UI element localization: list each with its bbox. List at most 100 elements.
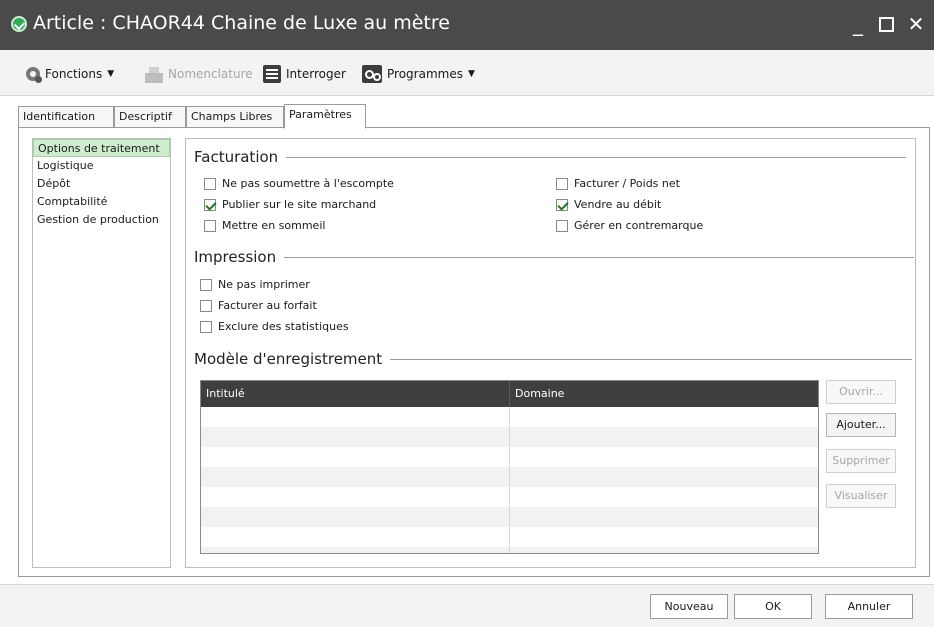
table-cell [201, 447, 510, 467]
tab-panel: Options de traitement Logistique Dépôt C… [18, 127, 930, 577]
table-row[interactable] [201, 427, 818, 447]
supprimer-button[interactable]: Supprimer [826, 449, 896, 473]
sidebar-item-options-traitement[interactable]: Options de traitement [33, 139, 170, 157]
table-cell [510, 547, 818, 553]
ouvrir-button[interactable]: Ouvrir... [826, 380, 896, 404]
checkbox-box-checked [204, 198, 216, 211]
checkbox-gerer-contremarque[interactable]: Gérer en contremarque [556, 219, 703, 232]
checkbox-label: Mettre en sommeil [222, 219, 326, 232]
maximize-icon [878, 17, 894, 32]
table-cell [510, 447, 818, 467]
minimize-button[interactable]: _ [844, 10, 872, 38]
window-title: Article : CHAOR44 Chaine de Luxe au mètr… [33, 12, 450, 34]
nomenclature-button[interactable]: Nomenclature [145, 64, 253, 84]
table-cell [510, 427, 818, 447]
close-button[interactable]: ✕ [902, 10, 930, 38]
table-cell [201, 527, 510, 547]
chevron-down-icon: ▼ [467, 69, 475, 79]
table-row[interactable] [201, 487, 818, 507]
checkbox-box-checked [556, 198, 568, 211]
dialog-footer: Nouveau OK Annuler [0, 584, 934, 627]
checkbox-box [556, 219, 568, 232]
checkbox-label: Ne pas soumettre à l'escompte [222, 177, 394, 190]
table-row[interactable] [201, 467, 818, 487]
table-cell [201, 427, 510, 447]
checkbox-ne-pas-imprimer[interactable]: Ne pas imprimer [200, 278, 310, 291]
toolbar: Fonctions ▼ Nomenclature Interroger Prog… [0, 50, 934, 96]
chevron-down-icon: ▼ [107, 69, 115, 79]
modele-title: Modèle d'enregistrement [194, 350, 383, 368]
table-row[interactable] [201, 447, 818, 467]
table-row[interactable] [201, 507, 818, 527]
checkbox-exclure-statistiques[interactable]: Exclure des statistiques [200, 320, 349, 333]
checkbox-box [204, 219, 216, 232]
facturation-title: Facturation [194, 148, 279, 166]
checkbox-label: Facturer au forfait [218, 299, 317, 312]
table-cell [510, 487, 818, 507]
section-divider [286, 156, 907, 158]
table-header: Intitulé Domaine [201, 381, 818, 407]
tab-descriptif[interactable]: Descriptif [114, 106, 186, 128]
interroger-label: Interroger [286, 67, 346, 81]
checkbox-facturer-forfait[interactable]: Facturer au forfait [200, 299, 317, 312]
section-divider [284, 256, 915, 258]
checkbox-box [200, 278, 212, 291]
tab-identification[interactable]: Identification [18, 106, 114, 128]
checkbox-label: Vendre au débit [574, 198, 662, 211]
table-cell [201, 547, 510, 553]
annuler-button[interactable]: Annuler [825, 594, 913, 619]
nomenclature-icon [145, 65, 163, 83]
impression-title: Impression [194, 248, 277, 266]
checkbox-label: Facturer / Poids net [574, 177, 680, 190]
sidebar-item-logistique[interactable]: Logistique [33, 157, 170, 175]
section-divider [390, 358, 913, 360]
column-header-intitule[interactable]: Intitulé [201, 381, 510, 407]
checkbox-ne-pas-soumettre-escompte[interactable]: Ne pas soumettre à l'escompte [204, 177, 394, 190]
checkbox-mettre-en-sommeil[interactable]: Mettre en sommeil [204, 219, 325, 232]
programmes-menu[interactable]: Programmes ▼ [362, 64, 475, 84]
checkbox-box [204, 177, 216, 190]
fonctions-menu[interactable]: Fonctions ▼ [26, 64, 114, 84]
table-cell [201, 507, 510, 527]
options-sidebar: Options de traitement Logistique Dépôt C… [32, 138, 171, 568]
table-row[interactable] [201, 547, 818, 553]
ok-button[interactable]: OK [734, 594, 812, 619]
table-row[interactable] [201, 407, 818, 427]
sidebar-item-gestion-production[interactable]: Gestion de production [33, 211, 170, 229]
table-cell [201, 407, 510, 427]
fonctions-label: Fonctions [45, 67, 103, 81]
checkbox-box [556, 177, 568, 190]
impression-section-title: Impression [194, 248, 915, 266]
table-cell [510, 407, 818, 427]
sidebar-item-depot[interactable]: Dépôt [33, 175, 170, 193]
visualiser-button[interactable]: Visualiser [826, 484, 896, 508]
nomenclature-label: Nomenclature [168, 67, 253, 81]
table-cell [510, 527, 818, 547]
ajouter-button[interactable]: Ajouter... [826, 413, 896, 437]
modele-section-title: Modèle d'enregistrement [194, 350, 913, 368]
nouveau-button[interactable]: Nouveau [650, 594, 728, 619]
checkbox-facturer-poids-net[interactable]: Facturer / Poids net [556, 177, 680, 190]
modele-table[interactable]: Intitulé Domaine [200, 380, 819, 554]
checkbox-box [200, 320, 212, 333]
checkbox-publier-site-marchand[interactable]: Publier sur le site marchand [204, 198, 376, 211]
table-row[interactable] [201, 527, 818, 547]
tab-champs-libres[interactable]: Champs Libres [186, 106, 284, 128]
table-body [201, 407, 818, 553]
tab-parametres[interactable]: Paramètres [284, 104, 366, 129]
query-icon [263, 65, 281, 83]
programs-icon [362, 65, 382, 83]
sidebar-item-comptabilite[interactable]: Comptabilité [33, 193, 170, 211]
column-header-domaine[interactable]: Domaine [510, 381, 818, 407]
interroger-button[interactable]: Interroger [263, 64, 346, 84]
table-cell [510, 507, 818, 527]
facturation-section-title: Facturation [194, 148, 907, 166]
programmes-label: Programmes [387, 67, 463, 81]
gear-icon [26, 67, 42, 83]
checkbox-vendre-au-debit[interactable]: Vendre au débit [556, 198, 661, 211]
app-logo-icon [11, 16, 27, 32]
maximize-button[interactable] [872, 10, 900, 38]
checkbox-box [200, 299, 212, 312]
table-cell [510, 467, 818, 487]
title-bar: Article : CHAOR44 Chaine de Luxe au mètr… [0, 0, 934, 50]
